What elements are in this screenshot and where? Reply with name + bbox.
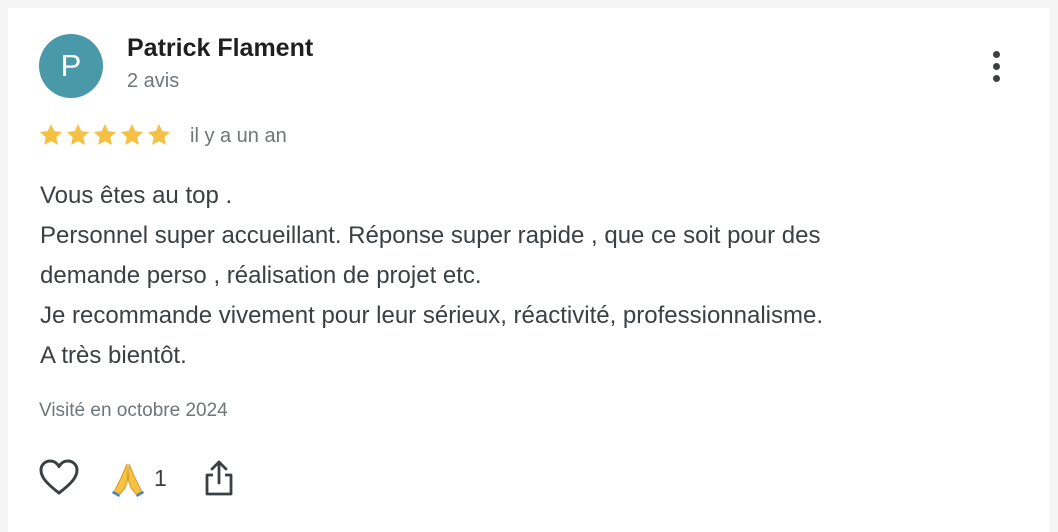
share-button[interactable] — [202, 458, 236, 498]
share-icon — [202, 460, 236, 502]
avatar[interactable]: P — [39, 34, 103, 98]
heart-icon — [38, 459, 80, 502]
reaction-count: 1 — [154, 464, 167, 491]
more-vertical-icon — [992, 50, 1000, 82]
review-text-line: Vous êtes au top . — [40, 182, 233, 209]
more-options-button[interactable] — [978, 46, 1014, 86]
star-icon — [38, 122, 64, 148]
review-text-line: A très bientôt. — [40, 342, 187, 369]
review-text-line: demande perso , réalisation de projet et… — [40, 262, 482, 289]
star-icon — [146, 122, 172, 148]
star-icon — [119, 122, 145, 148]
review-date: il y a un an — [190, 125, 287, 147]
like-button[interactable] — [38, 458, 80, 498]
folded-hands-icon — [108, 458, 148, 498]
star-icon — [65, 122, 91, 148]
review-text: Vous êtes au top . Personnel super accue… — [40, 176, 1000, 376]
review-text-line: Personnel super accueillant. Réponse sup… — [40, 222, 821, 249]
reviewer-name[interactable]: Patrick Flament — [127, 34, 313, 63]
review-text-line: Je recommande vivement pour leur sérieux… — [40, 302, 824, 329]
star-rating — [38, 122, 172, 148]
visit-date: Visité en octobre 2024 — [39, 400, 228, 421]
reaction-button[interactable]: 1 — [108, 456, 167, 500]
reviewer-review-count[interactable]: 2 avis — [127, 70, 179, 93]
avatar-initial: P — [60, 48, 82, 83]
review-card: P Patrick Flament 2 avis il y a un an Vo… — [8, 8, 1050, 532]
star-icon — [92, 122, 118, 148]
